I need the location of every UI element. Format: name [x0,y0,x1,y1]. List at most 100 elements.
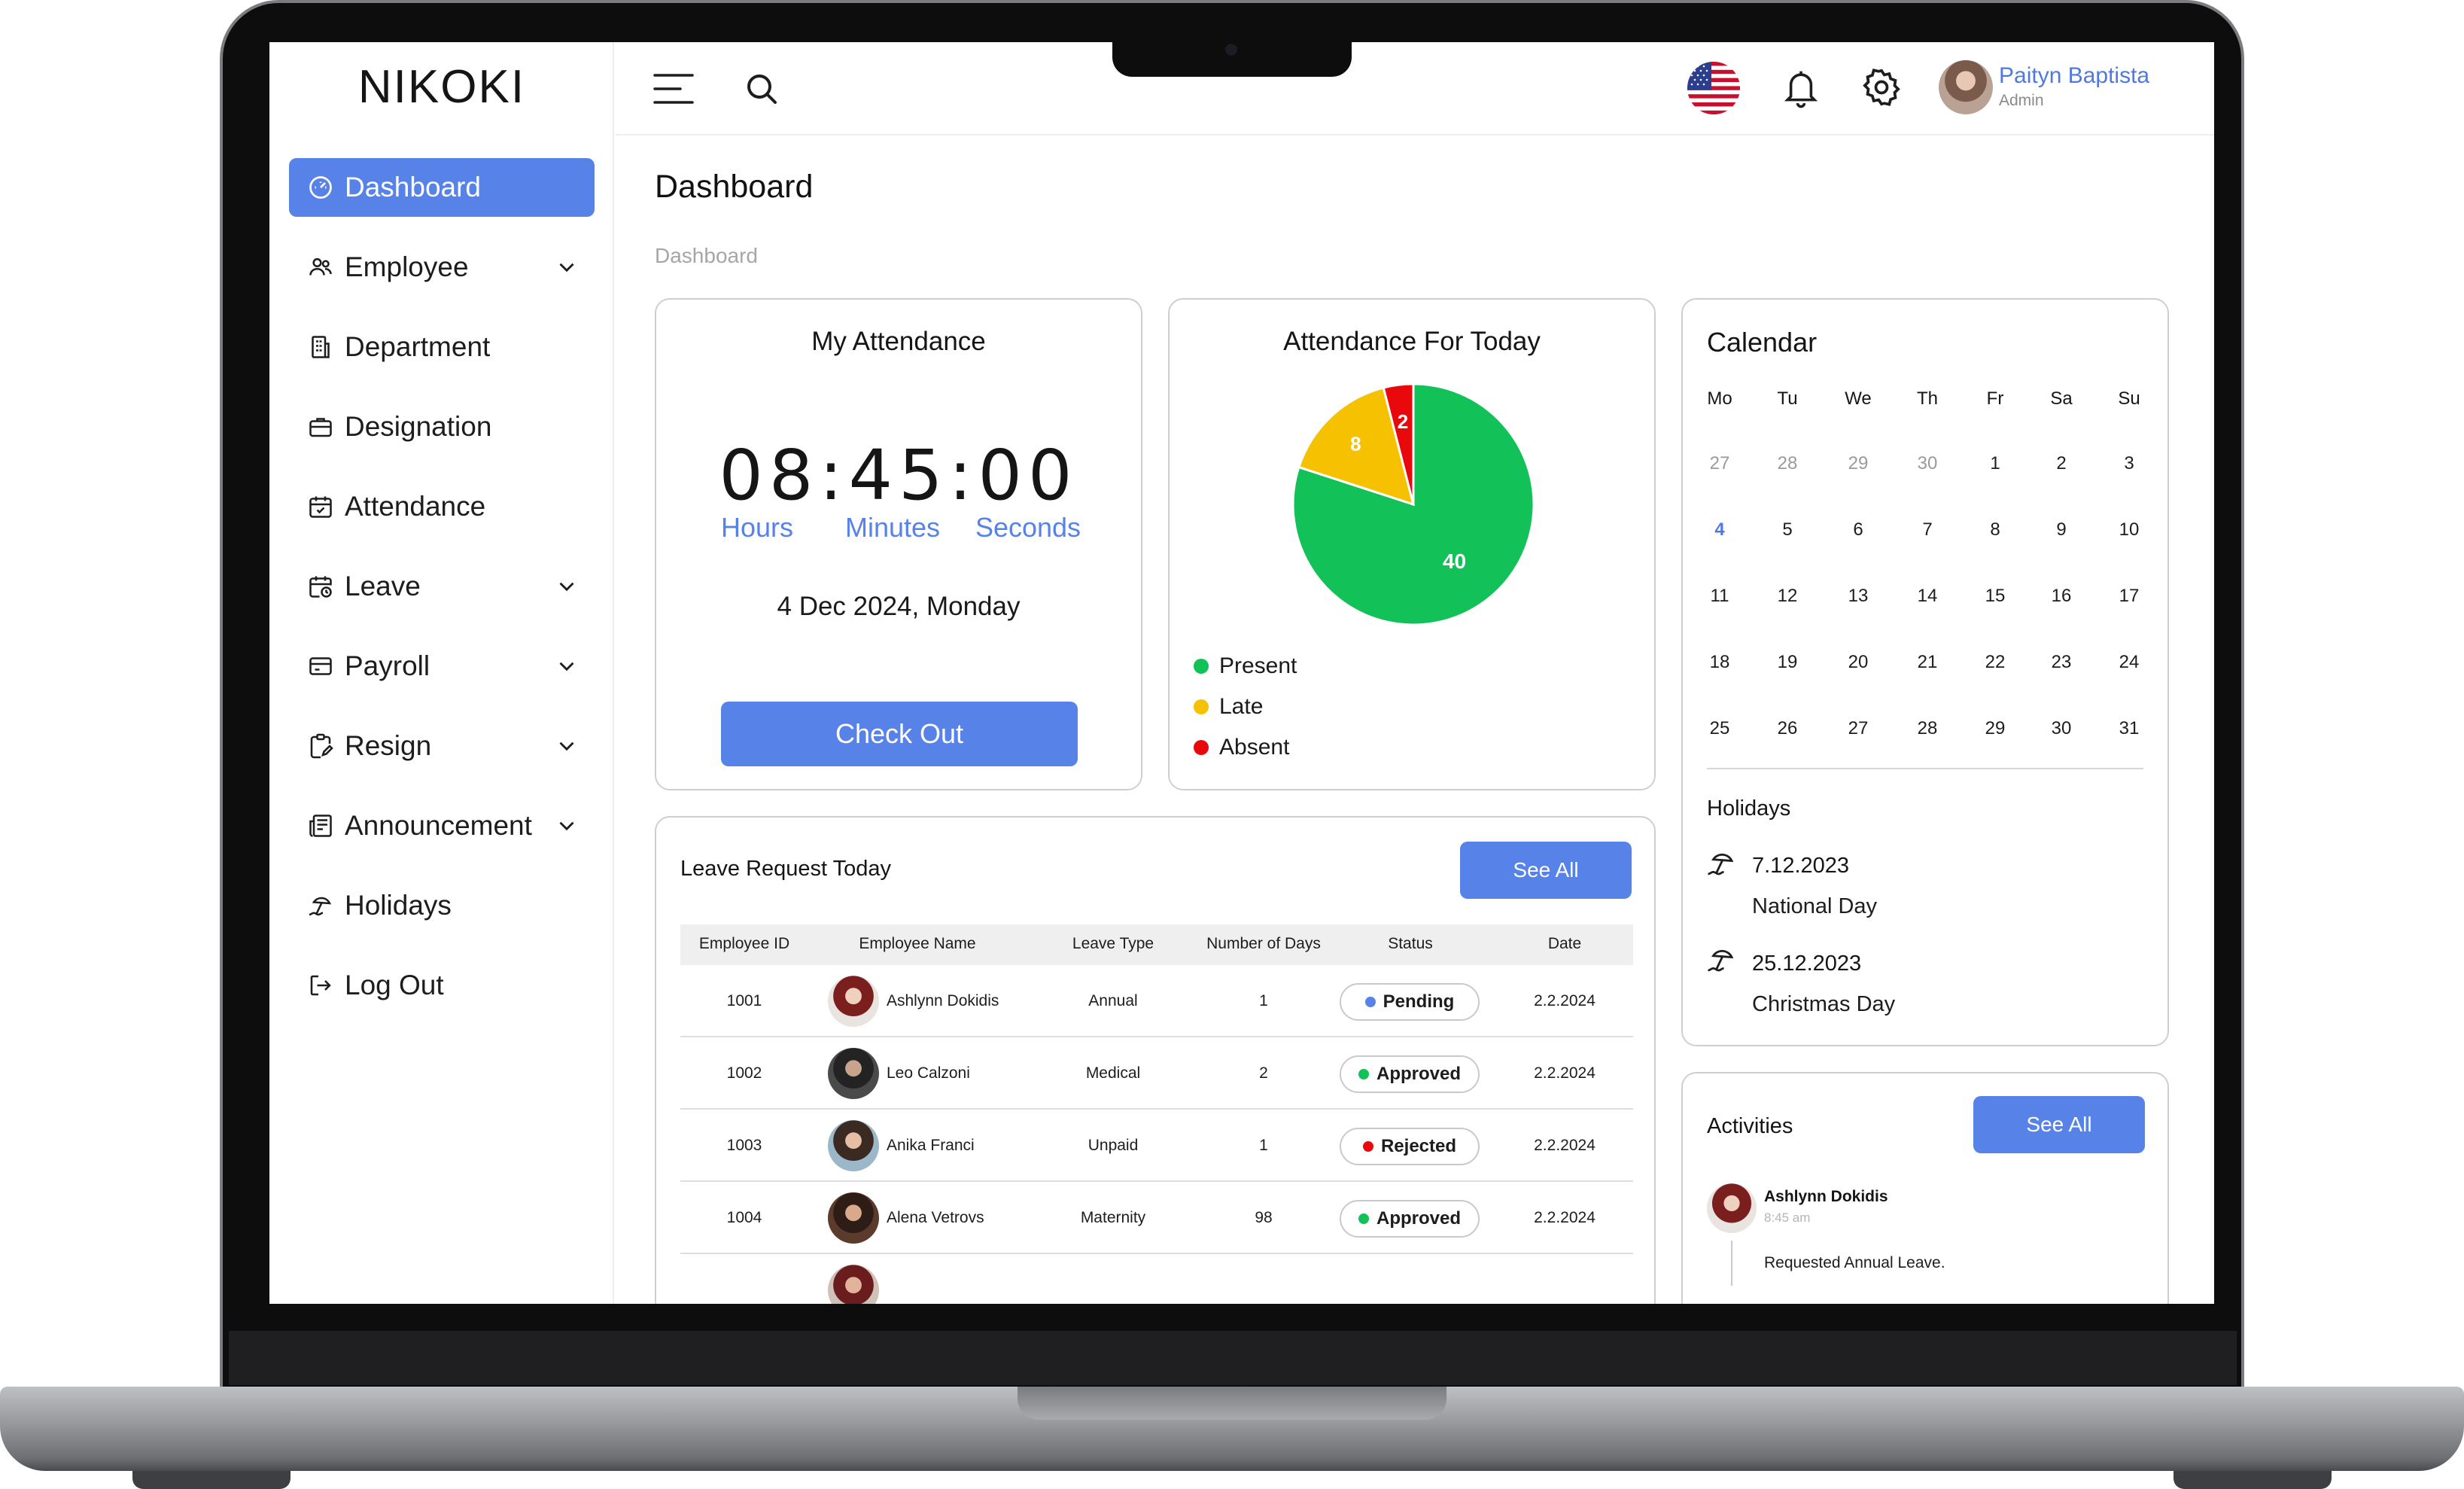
breadcrumb[interactable]: Dashboard [655,244,758,268]
laptop-foot-left [132,1471,291,1489]
number-of-days: 1 [1259,992,1268,1009]
calendar-day[interactable]: 24 [2103,652,2155,673]
calendar-title: Calendar [1707,327,1818,358]
calendar-day[interactable]: 29 [1969,718,2021,739]
user-avatar[interactable] [1939,60,1993,114]
activities-card: Activities See All Ashlynn Dokidis 8:45 … [1681,1072,2169,1304]
calendar-day[interactable]: 6 [1832,519,1885,540]
legend-item-absent: Absent [1194,735,1289,760]
calendar-weekday: Mo [1707,388,1732,409]
sidebar-item-logout[interactable]: Log Out [289,956,595,1015]
calendar-day[interactable]: 12 [1761,586,1814,607]
calendar-day[interactable]: 20 [1832,652,1885,673]
sidebar-item-label: Designation [345,411,492,442]
table-row[interactable]: 1002 Leo Calzoni Medical 2 Approved 2.2.… [680,1037,1633,1110]
sidebar-item-dashboard[interactable]: Dashboard [289,158,595,217]
table-row[interactable]: 1003 Anika Franci Unpaid 1 Rejected 2.2.… [680,1110,1633,1182]
activity-time: 8:45 am [1764,1210,1811,1225]
sidebar-item-announcement[interactable]: Announcement [289,796,595,855]
calendar-day[interactable]: 1 [1969,453,2021,474]
calendar-day[interactable]: 5 [1761,519,1814,540]
calendar-day[interactable]: 7 [1901,519,1954,540]
beach-umbrella-icon [1708,949,1734,972]
sidebar-item-employee[interactable]: Employee [289,238,595,297]
leave-date: 2.2.2024 [1534,992,1596,1009]
calendar-day[interactable]: 26 [1761,718,1814,739]
sidebar-item-department[interactable]: Department [289,318,595,376]
table-row[interactable]: 1001 Ashlynn Dokidis Annual 1 Pending 2.… [680,965,1633,1037]
status-dot [1358,1069,1369,1079]
number-of-days: 2 [1259,1064,1268,1082]
gear-icon[interactable] [1860,66,1903,108]
beach-umbrella-icon [1708,853,1734,875]
sidebar-item-label: Employee [345,251,469,282]
column-header: Number of Days [1206,935,1321,952]
calendar-day[interactable]: 30 [2035,718,2088,739]
calendar-day[interactable]: 3 [2103,453,2155,474]
calendar-day[interactable]: 27 [1693,453,1746,474]
calendar-day[interactable]: 14 [1901,586,1954,607]
pie-label-absent: 2 [1398,410,1408,433]
calendar-day[interactable]: 29 [1832,453,1885,474]
chevron-down-icon [559,263,574,273]
avatar [828,1048,879,1099]
menu-icon[interactable] [653,71,694,107]
activities-see-all-button[interactable]: See All [1973,1096,2145,1153]
calendar-day[interactable]: 11 [1693,586,1746,607]
sidebar-item-resign[interactable]: Resign [289,717,595,775]
building-icon [306,332,336,362]
calendar-day[interactable]: 27 [1832,718,1885,739]
calendar-day[interactable]: 22 [1969,652,2021,673]
holiday-date: 25.12.2023 [1752,952,1862,976]
holiday-name: Christmas Day [1752,992,1896,1016]
calendar-day[interactable]: 28 [1761,453,1814,474]
sidebar-item-leave[interactable]: Leave [289,557,595,616]
employee-id: 1001 [726,992,762,1009]
calendar-day[interactable]: 8 [1969,519,2021,540]
calendar-day[interactable]: 9 [2035,519,2088,540]
sidebar-item-designation[interactable]: Designation [289,397,595,456]
bell-icon[interactable] [1781,66,1821,110]
calendar-day[interactable]: 15 [1969,586,2021,607]
sidebar-item-payroll[interactable]: Payroll [289,637,595,696]
calendar-day[interactable]: 10 [2103,519,2155,540]
calendar-day[interactable]: 17 [2103,586,2155,607]
check-out-button[interactable]: Check Out [721,702,1078,766]
status-badge: Approved [1340,1055,1480,1093]
calendar-weekday: Fr [1986,388,2004,409]
clipboard-edit-icon [306,731,336,761]
calendar-day[interactable]: 30 [1901,453,1954,474]
laptop-bezel-bottom [229,1331,2237,1385]
calendar-clock-icon [306,571,336,601]
status-dot [1358,1213,1369,1224]
calendar-day[interactable]: 2 [2035,453,2088,474]
users-icon [306,252,336,282]
column-header: Employee Name [859,935,976,952]
calendar-day[interactable]: 16 [2035,586,2088,607]
leave-date: 2.2.2024 [1534,1137,1596,1154]
leave-see-all-button[interactable]: See All [1460,842,1632,899]
calendar-day[interactable]: 25 [1693,718,1746,739]
holiday-name: National Day [1752,894,1878,918]
employee-name: Ashlynn Dokidis [887,992,999,1009]
calendar-check-icon [306,492,336,522]
avatar [1707,1183,1757,1233]
calendar-day[interactable]: 31 [2103,718,2155,739]
calendar-day[interactable]: 19 [1761,652,1814,673]
search-icon[interactable] [744,71,780,107]
sidebar-item-holidays[interactable]: Holidays [289,876,595,935]
holiday-date: 7.12.2023 [1752,854,1850,878]
calendar-day[interactable]: 23 [2035,652,2088,673]
table-row[interactable]: 1004 Alena Vetrovs Maternity 98 Approved… [680,1182,1633,1254]
calendar-day[interactable]: 21 [1901,652,1954,673]
us-flag-icon[interactable] [1687,62,1740,114]
calendar-day[interactable]: 28 [1901,718,1954,739]
user-name[interactable]: Paityn Baptista [1999,63,2149,89]
calendar-day[interactable]: 18 [1693,652,1746,673]
column-header: Leave Type [1072,935,1154,952]
sidebar-item-label: Leave [345,571,421,601]
calendar-day[interactable]: 13 [1832,586,1885,607]
sidebar-item-attendance[interactable]: Attendance [289,477,595,536]
calendar-day[interactable]: 4 [1693,519,1746,540]
status-badge: Approved [1340,1200,1480,1238]
